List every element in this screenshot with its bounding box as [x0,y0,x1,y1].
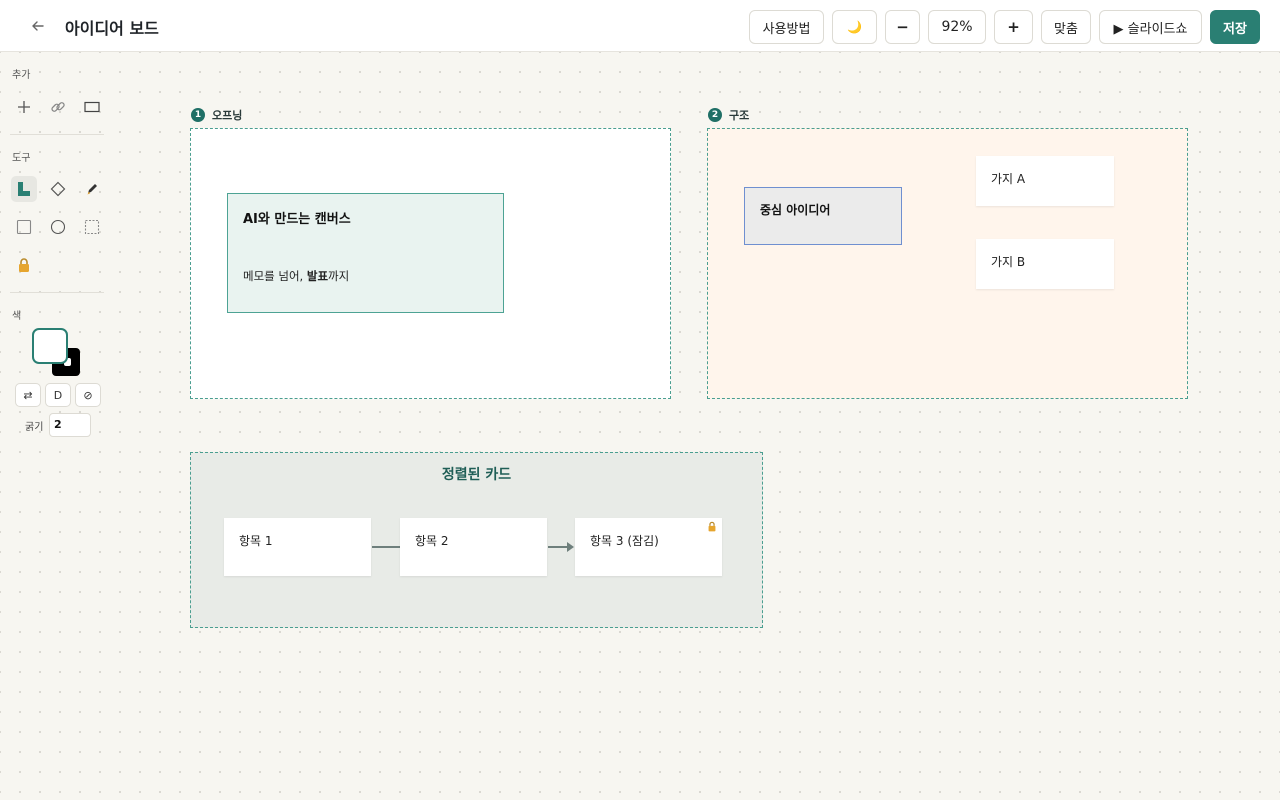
sidebar-divider [10,292,104,293]
save-button[interactable]: 저장 [1210,10,1260,44]
fit-button[interactable]: 맞춤 [1041,10,1091,44]
lock-icon [708,521,716,532]
theme-toggle-button[interactable]: 🌙 [832,10,877,44]
circle-tool[interactable] [45,214,71,240]
frame-sorted-cards[interactable]: 정렬된 카드 항목 1 항목 2 항목 3 (잠김) [190,452,763,628]
square-icon [16,219,32,235]
card-item-2[interactable]: 항목 2 [400,518,547,576]
frame-label-structure[interactable]: 2 구조 [708,107,749,123]
swap-colors-button[interactable]: ⇄ [15,383,41,407]
card-item-1[interactable]: 항목 1 [224,518,371,576]
help-button[interactable]: 사용방법 [749,10,824,44]
square-tool[interactable] [11,214,37,240]
link-button[interactable] [45,94,71,120]
moon-icon: 🌙 [847,20,862,34]
slideshow-button[interactable]: ▶ 슬라이드쇼 [1099,10,1202,44]
card-item-3[interactable]: 항목 3 (잠김) [575,518,722,576]
frame-number-badge: 2 [708,108,722,122]
circle-icon [50,219,66,235]
plus-icon [18,101,30,113]
dashed-rectangle-icon [84,219,100,235]
default-colors-button[interactable]: D [45,383,71,407]
diamond-icon [50,181,66,197]
select-area-tool[interactable] [79,214,105,240]
stroke-width-input[interactable]: 2 [49,413,91,437]
card-label: 항목 1 [239,534,273,548]
card-body: 메모를 넘어, 발표까지 [243,269,350,283]
rectangle-icon [84,101,100,113]
branch-b-node[interactable]: 가지 B [976,239,1114,289]
foreground-color-swatch[interactable] [32,328,68,364]
center-idea-node[interactable]: 중심 아이디어 [744,187,902,245]
frame-opening[interactable]: AI와 만드는 캔버스 메모를 넘어, 발표까지 [190,128,671,399]
no-color-button[interactable]: ⊘ [75,383,101,407]
link-icon [51,102,65,112]
top-bar: 아이디어 보드 사용방법 🌙 − 92% + 맞춤 ▶ 슬라이드쇼 저장 [0,0,1280,52]
frame-title: 정렬된 카드 [441,467,512,483]
left-toolbar: 추가 도구 색 ⇄ D ⊘ 굵기 2 [0,52,116,800]
card-label: 항목 2 [415,534,449,548]
zoom-in-button[interactable]: + [994,10,1033,44]
back-button[interactable] [28,16,48,36]
card-label: 항목 3 (잠김) [590,534,659,548]
node-label: 중심 아이디어 [760,203,831,217]
frame-structure[interactable]: 중심 아이디어 가지 A 가지 B [707,128,1188,399]
arrow-left-icon [32,21,44,31]
zoom-out-button[interactable]: − [885,10,920,44]
add-button[interactable] [11,94,37,120]
diamond-tool[interactable] [45,176,71,202]
lock-icon [19,258,29,272]
frame-title: 오프닝 [212,109,243,122]
board-title: 아이디어 보드 [65,19,159,38]
add-frame-button[interactable] [79,94,105,120]
frame-number-badge: 1 [191,108,205,122]
pen-tool[interactable] [79,176,105,202]
node-label: 가지 B [991,255,1026,269]
card-title: AI와 만드는 캔버스 [243,212,351,227]
connector-arrow[interactable] [548,542,574,552]
sidebar-divider [10,134,104,135]
color-section-label: 색 [12,311,22,322]
frame-label-opening[interactable]: 1 오프닝 [191,107,242,123]
tools-section-label: 도구 [12,153,31,164]
connector-icon [18,182,30,196]
node-label: 가지 A [991,172,1026,186]
frame-title: 구조 [729,109,750,122]
lock-tool[interactable] [11,252,37,278]
stroke-width-label: 굵기 [25,422,44,433]
zoom-level-display[interactable]: 92% [928,10,986,44]
pen-icon [87,184,97,195]
add-section-label: 추가 [12,70,31,81]
connector-tool[interactable] [11,176,37,202]
branch-a-node[interactable]: 가지 A [976,156,1114,206]
opening-title-card[interactable]: AI와 만드는 캔버스 메모를 넘어, 발표까지 [227,193,504,313]
